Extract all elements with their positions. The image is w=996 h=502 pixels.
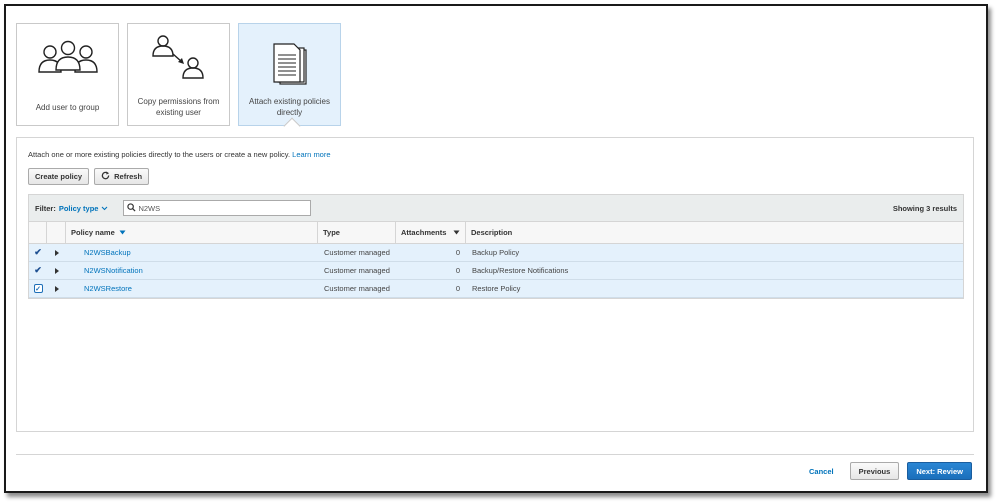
- footer-divider: [16, 454, 974, 455]
- card-label: Copy permissions from existing user: [137, 97, 220, 117]
- next-review-button[interactable]: Next: Review: [907, 462, 972, 480]
- expand-column-header: [47, 222, 66, 243]
- checkbox-checked-icon: ✓: [33, 284, 43, 293]
- attachments-cell: 0: [455, 284, 460, 293]
- type-cell: Customer managed: [324, 266, 390, 275]
- type-cell: Customer managed: [324, 284, 390, 293]
- search-input[interactable]: [138, 203, 309, 213]
- cancel-button[interactable]: Cancel: [801, 467, 842, 476]
- policy-name-cell[interactable]: N2WSBackup: [66, 244, 318, 261]
- table-row[interactable]: ✓ N2WSRestore Customer managed 0 Restore…: [29, 280, 963, 298]
- expand-row-button[interactable]: [47, 244, 66, 261]
- policy-type-label: Policy type: [58, 203, 99, 213]
- type-header[interactable]: Type: [318, 222, 396, 243]
- attachments-header[interactable]: Attachments: [396, 222, 466, 243]
- copy-permissions-card[interactable]: Copy permissions from existing user: [127, 23, 230, 126]
- sort-down-icon: [453, 228, 460, 237]
- policy-name-link[interactable]: N2WSNotification: [84, 266, 143, 275]
- card-label: Add user to group: [35, 102, 100, 112]
- chevron-down-icon: [101, 204, 108, 213]
- window-frame: Add user to group Copy permissions from …: [4, 4, 988, 493]
- policy-table: Filter: Policy type Showing 3 results: [28, 194, 964, 299]
- document-icon: [239, 38, 340, 94]
- attach-policies-card[interactable]: Attach existing policies directly: [238, 23, 341, 135]
- policy-name-header-label: Policy name: [71, 228, 115, 237]
- intro-text: Attach one or more existing policies dir…: [28, 150, 331, 159]
- policy-name-link[interactable]: N2WSRestore: [84, 284, 132, 293]
- intro-description: Attach one or more existing policies dir…: [28, 150, 291, 159]
- card-label: Attach existing policies directly: [249, 97, 330, 117]
- row-checkbox[interactable]: ✔: [29, 244, 47, 261]
- table-header: Policy name Type Attachments Description: [29, 222, 963, 244]
- expand-row-button[interactable]: [47, 262, 66, 279]
- create-policy-label: Create policy: [35, 172, 83, 181]
- description-cell: Backup Policy: [472, 248, 520, 257]
- policy-name-cell[interactable]: N2WSNotification: [66, 262, 318, 279]
- filter-label: Filter:: [35, 203, 56, 213]
- row-checkbox[interactable]: ✔: [29, 262, 47, 279]
- create-policy-button[interactable]: Create policy: [28, 168, 90, 185]
- policy-name-header[interactable]: Policy name: [66, 222, 318, 243]
- expand-row-button[interactable]: [47, 280, 66, 297]
- type-cell: Customer managed: [324, 248, 390, 257]
- table-row[interactable]: ✔ N2WSNotification Customer managed 0 Ba…: [29, 262, 963, 280]
- attachments-cell: 0: [455, 248, 460, 257]
- chevron-right-icon: [54, 285, 59, 292]
- chevron-right-icon: [54, 267, 59, 274]
- selected-indicator: [283, 117, 301, 135]
- sort-down-icon: [119, 228, 126, 237]
- description-cell: Backup/Restore Notifications: [472, 266, 569, 275]
- description-header-label: Description: [471, 228, 513, 237]
- add-user-to-group-card[interactable]: Add user to group: [16, 23, 119, 126]
- policy-name-cell[interactable]: N2WSRestore: [66, 280, 318, 297]
- policy-toolbar: Create policy Refresh: [28, 168, 150, 185]
- search-icon: [127, 202, 136, 214]
- attachments-header-label: Attachments: [401, 228, 447, 237]
- group-icon: [17, 38, 118, 94]
- checkmark-icon: ✔: [34, 247, 42, 257]
- refresh-button[interactable]: Refresh: [94, 168, 150, 185]
- next-review-label: Next: Review: [916, 466, 963, 476]
- policies-panel: Attach one or more existing policies dir…: [16, 137, 974, 432]
- previous-button[interactable]: Previous: [849, 462, 900, 480]
- search-box[interactable]: [123, 200, 312, 216]
- description-cell: Restore Policy: [472, 284, 521, 293]
- results-count: Showing 3 results: [892, 203, 957, 213]
- description-header[interactable]: Description: [466, 222, 963, 243]
- permission-options: Add user to group Copy permissions from …: [16, 23, 341, 135]
- select-column-header: [29, 222, 47, 243]
- wizard-footer: Cancel Previous Next: Review: [801, 462, 972, 480]
- type-header-label: Type: [323, 228, 340, 237]
- refresh-icon: [101, 171, 110, 182]
- table-row[interactable]: ✔ N2WSBackup Customer managed 0 Backup P…: [29, 244, 963, 262]
- learn-more-link[interactable]: Learn more: [292, 150, 330, 159]
- attachments-cell: 0: [455, 266, 460, 275]
- policy-name-link[interactable]: N2WSBackup: [84, 248, 131, 257]
- refresh-label: Refresh: [114, 172, 143, 181]
- copy-permissions-icon: [128, 35, 229, 94]
- filter-bar: Filter: Policy type Showing 3 results: [29, 195, 963, 222]
- row-checkbox[interactable]: ✓: [29, 280, 47, 297]
- previous-label: Previous: [858, 466, 891, 476]
- chevron-right-icon: [54, 249, 59, 256]
- policy-type-dropdown[interactable]: Policy type: [59, 204, 109, 213]
- checkmark-icon: ✔: [34, 265, 42, 275]
